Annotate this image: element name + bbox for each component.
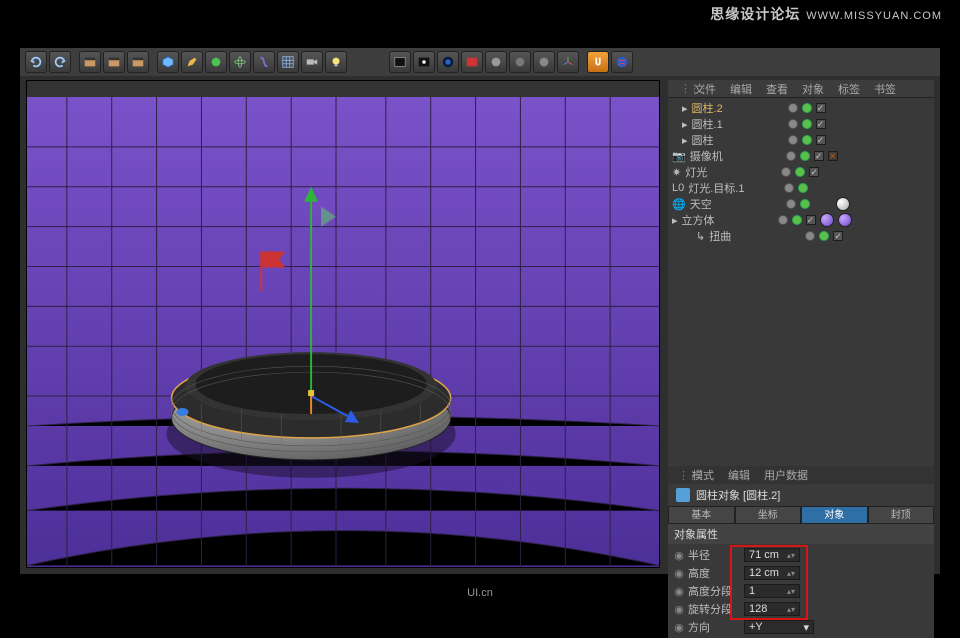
- main-toolbar: [20, 48, 940, 76]
- tab-coord[interactable]: 坐标: [735, 506, 802, 524]
- render-settings-icon[interactable]: [461, 51, 483, 73]
- attr-menu-edit[interactable]: 编辑: [722, 466, 756, 484]
- snap-icon[interactable]: [587, 51, 609, 73]
- viewport-header: [27, 81, 659, 97]
- camera-icon[interactable]: [301, 51, 323, 73]
- heightseg-field[interactable]: 1▴▾: [744, 584, 800, 598]
- render-view-icon[interactable]: [389, 51, 411, 73]
- material-slot-purple2[interactable]: [838, 213, 852, 227]
- rotseg-field[interactable]: 128▴▾: [744, 602, 800, 616]
- attribute-tabs: 基本 坐标 对象 封顶: [668, 506, 934, 524]
- tree-item-cylinder[interactable]: ▸圆柱 ✓: [668, 132, 934, 148]
- tree-item-light-target[interactable]: L0灯光.目标.1: [668, 180, 934, 196]
- object-tree[interactable]: ▸圆柱.2 ✓ ▸圆柱.1 ✓ ▸圆柱 ✓ 📷摄像机 ✓✕ ✷灯光 ✓ L0灯光…: [668, 98, 934, 466]
- attr-menu-user[interactable]: 用户数据: [758, 466, 814, 484]
- obj-menu-file[interactable]: 文件: [688, 80, 722, 98]
- grip-icon[interactable]: ⋮⋮⋮: [672, 468, 684, 483]
- viewport-canvas[interactable]: [27, 97, 659, 568]
- prop-heightseg: ◉高度分段 1▴▾: [668, 582, 934, 600]
- deformer-icon[interactable]: [253, 51, 275, 73]
- obj-menu-edit[interactable]: 编辑: [724, 80, 758, 98]
- undo-icon[interactable]: [25, 51, 47, 73]
- height-field[interactable]: 12 cm▴▾: [744, 566, 800, 580]
- orient-combo[interactable]: +Y▾: [744, 620, 814, 634]
- pen-icon[interactable]: [181, 51, 203, 73]
- sphere3-icon[interactable]: [533, 51, 555, 73]
- render-active-icon[interactable]: [437, 51, 459, 73]
- material-slot-purple1[interactable]: [820, 213, 834, 227]
- sphere2-icon[interactable]: [509, 51, 531, 73]
- tab-object[interactable]: 对象: [801, 506, 868, 524]
- grip-icon[interactable]: ⋮⋮⋮: [674, 81, 686, 96]
- watermark-top: 思缘设计论坛WWW.MISSYUAN.COM: [710, 4, 942, 24]
- right-panels: ⋮⋮⋮ 文件 编辑 查看 对象 标签 书签 ▸圆柱.2 ✓ ▸圆柱.1 ✓ ▸圆…: [668, 80, 934, 568]
- tree-item-sky[interactable]: 🌐天空: [668, 196, 934, 212]
- attribute-body: ◉半径 71 cm▴▾ ◉高度 12 cm▴▾ ◉高度分段 1▴▾ ◉旋转分段 …: [668, 544, 934, 638]
- tab-cap[interactable]: 封顶: [868, 506, 935, 524]
- tree-item-cube[interactable]: ▸立方体 ✓: [668, 212, 934, 228]
- sphere-green-icon[interactable]: [205, 51, 227, 73]
- prop-height: ◉高度 12 cm▴▾: [668, 564, 934, 582]
- attribute-section-title: 对象属性: [668, 524, 934, 544]
- tree-item-camera[interactable]: 📷摄像机 ✓✕: [668, 148, 934, 164]
- clapper2-icon[interactable]: [103, 51, 125, 73]
- render-region-icon[interactable]: [413, 51, 435, 73]
- cylinder-icon: [676, 488, 690, 502]
- material-slot-white[interactable]: [836, 197, 850, 211]
- prop-orient: ◉方向 +Y▾: [668, 618, 934, 636]
- clapper3-icon[interactable]: [127, 51, 149, 73]
- prop-rotseg: ◉旋转分段 128▴▾: [668, 600, 934, 618]
- tree-item-light[interactable]: ✷灯光 ✓: [668, 164, 934, 180]
- axis-xyz-icon[interactable]: [557, 51, 579, 73]
- clapper1-icon[interactable]: [79, 51, 101, 73]
- tree-item-cylinder1[interactable]: ▸圆柱.1 ✓: [668, 116, 934, 132]
- atom-icon[interactable]: [229, 51, 251, 73]
- prop-radius: ◉半径 71 cm▴▾: [668, 546, 934, 564]
- radius-field[interactable]: 71 cm▴▾: [744, 548, 800, 562]
- sphere1-icon[interactable]: [485, 51, 507, 73]
- world-icon[interactable]: [611, 51, 633, 73]
- grid-icon[interactable]: [277, 51, 299, 73]
- tab-basic[interactable]: 基本: [668, 506, 735, 524]
- attribute-menu: ⋮⋮⋮ 模式 编辑 用户数据: [668, 466, 934, 484]
- attribute-title: 圆柱对象 [圆柱.2]: [668, 484, 934, 506]
- obj-menu-bookmark[interactable]: 书签: [868, 80, 902, 98]
- object-manager-menu: ⋮⋮⋮ 文件 编辑 查看 对象 标签 书签: [668, 80, 934, 98]
- obj-menu-view[interactable]: 查看: [760, 80, 794, 98]
- obj-menu-tag[interactable]: 标签: [832, 80, 866, 98]
- cube-icon[interactable]: [157, 51, 179, 73]
- viewport[interactable]: ✥ ⤢ ⟳ ▦: [26, 80, 660, 568]
- redo-icon[interactable]: [49, 51, 71, 73]
- obj-menu-object[interactable]: 对象: [796, 80, 830, 98]
- tree-item-cylinder2[interactable]: ▸圆柱.2 ✓: [668, 100, 934, 116]
- attr-menu-mode[interactable]: 模式: [686, 466, 720, 484]
- light-bulb-icon[interactable]: [325, 51, 347, 73]
- tree-item-bend[interactable]: ↳扭曲 ✓: [668, 228, 934, 244]
